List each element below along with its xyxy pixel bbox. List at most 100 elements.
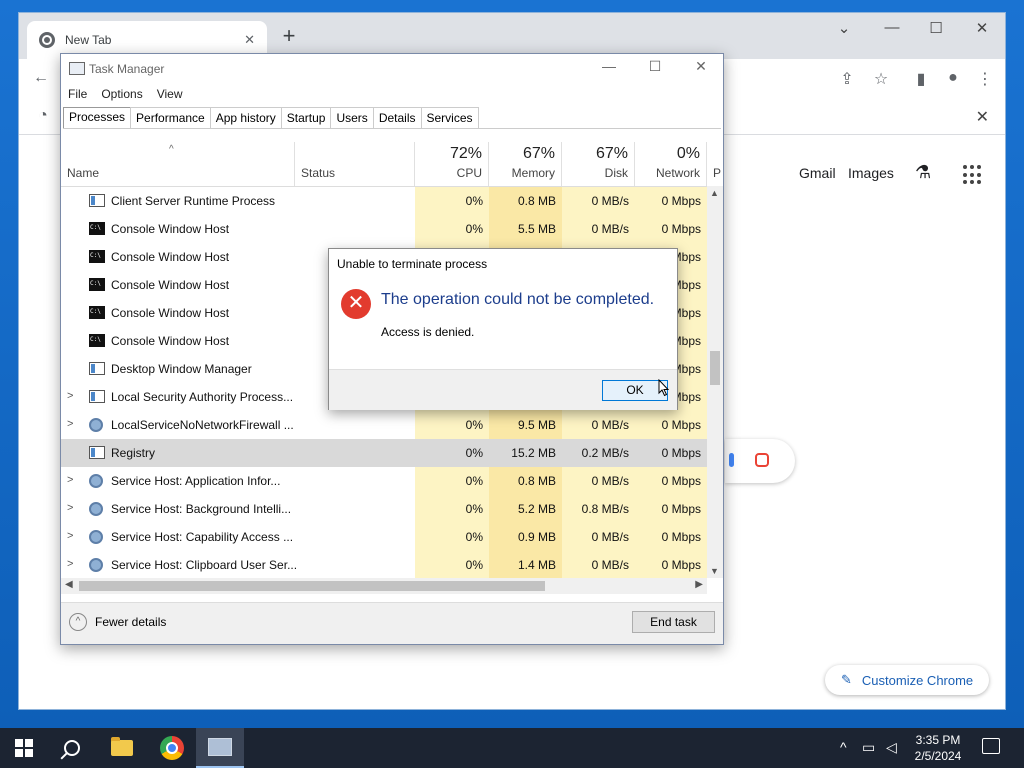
task-manager-taskbar-button[interactable] xyxy=(196,728,244,768)
voice-search-icon[interactable] xyxy=(729,453,734,467)
table-row[interactable]: > Service Host: Background Intelli... 0% 5.… xyxy=(61,495,707,523)
memory-value: 15.2 MB xyxy=(489,439,562,467)
expand-chevron-icon[interactable]: > xyxy=(67,418,73,430)
disk-total-pct: 67% xyxy=(595,145,628,162)
scroll-down-icon[interactable]: ▼ xyxy=(710,566,719,576)
start-button[interactable] xyxy=(0,728,48,768)
new-tab-button[interactable]: + xyxy=(277,25,301,49)
expand-chevron-icon[interactable]: > xyxy=(67,502,73,514)
minimize-icon[interactable]: — xyxy=(877,19,907,36)
disk-value: 0 MB/s xyxy=(562,411,635,439)
sort-ascending-icon: ^ xyxy=(169,144,174,155)
expand-chevron-icon[interactable]: > xyxy=(67,474,73,486)
search-button[interactable] xyxy=(48,728,96,768)
tm-close-icon[interactable]: ✕ xyxy=(681,58,721,75)
task-manager-titlebar[interactable]: Task Manager — ☐ ✕ xyxy=(61,54,723,84)
vertical-scrollbar[interactable]: ▲ ▼ xyxy=(707,186,723,578)
lens-search-icon[interactable] xyxy=(755,453,769,467)
column-header-name[interactable]: ^ Name xyxy=(61,142,295,186)
table-row[interactable]: > Service Host: Clipboard User Ser... 0% 1.… xyxy=(61,551,707,578)
table-row[interactable]: Client Server Runtime Process 0% 0.8 MB 0 M… xyxy=(61,187,707,215)
file-explorer-button[interactable] xyxy=(98,728,146,768)
process-name: Service Host: Clipboard User Ser... xyxy=(111,558,298,572)
network-value: 0 Mbps xyxy=(635,187,707,215)
maximize-icon[interactable]: ☐ xyxy=(921,19,951,37)
scroll-right-icon[interactable]: ▶ xyxy=(695,579,703,590)
horizontal-scrollbar[interactable]: ◀ ▶ xyxy=(61,578,707,594)
expand-chevron-icon[interactable]: > xyxy=(67,558,73,570)
column-header-cpu[interactable]: 72% CPU xyxy=(415,142,489,186)
menu-kebab-icon[interactable]: ⋮ xyxy=(975,69,995,89)
tab-close-icon[interactable]: ✕ xyxy=(244,32,255,48)
console-icon xyxy=(89,250,105,263)
tab-app-history[interactable]: App history xyxy=(209,107,282,128)
column-header-status[interactable]: Status xyxy=(295,142,415,186)
vertical-scroll-thumb[interactable] xyxy=(710,351,720,385)
search-box[interactable] xyxy=(725,439,795,483)
tab-processes[interactable]: Processes xyxy=(63,107,132,128)
customize-chrome-button[interactable]: ✎ Customize Chrome xyxy=(825,665,989,695)
tab-search-icon[interactable]: ⌄ xyxy=(829,19,859,37)
chrome-taskbar-button[interactable] xyxy=(148,728,196,768)
menu-options[interactable]: Options xyxy=(94,84,149,104)
disk-value: 0 MB/s xyxy=(562,187,635,215)
taskbar-clock[interactable]: 3:35 PM 2/5/2024 xyxy=(902,732,974,764)
column-header-power[interactable]: P xyxy=(707,142,723,186)
column-header-memory[interactable]: 67% Memory xyxy=(489,142,562,186)
apps-grid-icon[interactable] xyxy=(963,165,983,185)
console-icon xyxy=(89,334,105,347)
cpu-total-pct: 72% xyxy=(449,145,482,162)
bookmark-bar-close-icon[interactable]: ✕ xyxy=(976,107,989,127)
table-row[interactable]: > LocalServiceNoNetworkFirewall ... 0% 9.5 … xyxy=(61,411,707,439)
menu-view[interactable]: View xyxy=(150,84,190,104)
side-panel-icon[interactable]: ▮ xyxy=(911,69,931,89)
bookmark-star-icon[interactable]: ☆ xyxy=(871,69,891,89)
scroll-up-icon[interactable]: ▲ xyxy=(710,188,719,198)
images-link[interactable]: Images xyxy=(848,165,894,181)
column-header-disk[interactable]: 67% Disk xyxy=(562,142,635,186)
back-icon[interactable]: ← xyxy=(31,69,51,87)
notifications-icon[interactable] xyxy=(982,738,1000,754)
disk-value: 0 MB/s xyxy=(562,551,635,578)
column-header-network[interactable]: 0% Network xyxy=(635,142,707,186)
scroll-left-icon[interactable]: ◀ xyxy=(65,579,73,590)
table-row[interactable]: Console Window Host 0%5.5 MB0 MB/s0 Mbps xyxy=(61,215,707,243)
tab-services[interactable]: Services xyxy=(420,107,479,128)
profile-icon[interactable]: ● xyxy=(943,69,963,87)
cpu-value: 0% xyxy=(415,187,489,215)
table-row[interactable]: > Service Host: Application Infor... 0% 0.8… xyxy=(61,467,707,495)
memory-value: 5.2 MB xyxy=(489,495,562,523)
expand-chevron-icon[interactable]: > xyxy=(67,390,73,402)
tab-details[interactable]: Details xyxy=(372,107,422,128)
network-value: 0 Mbps xyxy=(635,215,707,243)
show-hidden-icons-chevron-icon[interactable]: ^ xyxy=(840,739,847,755)
share-icon[interactable]: ⇪ xyxy=(837,69,857,89)
console-icon xyxy=(89,222,105,235)
tab-users[interactable]: Users xyxy=(330,107,374,128)
volume-muted-icon[interactable]: ◁ xyxy=(886,739,897,756)
process-name: LocalServiceNoNetworkFirewall ... xyxy=(111,418,294,432)
google-icon: ◔ xyxy=(38,107,48,124)
task-manager-title: Task Manager xyxy=(89,62,165,76)
dialog-title: Unable to terminate process xyxy=(337,257,488,271)
tab-startup[interactable]: Startup xyxy=(280,107,332,128)
column-name-label: Name xyxy=(67,166,100,180)
tm-minimize-icon[interactable]: — xyxy=(589,58,629,74)
labs-flask-icon[interactable]: ⚗ xyxy=(915,162,931,183)
tm-maximize-icon[interactable]: ☐ xyxy=(635,58,675,75)
gmail-link[interactable]: Gmail xyxy=(799,165,836,181)
close-icon[interactable]: ✕ xyxy=(967,19,997,37)
process-name: Client Server Runtime Process xyxy=(111,194,276,208)
table-row[interactable]: > Service Host: Capability Access ... 0% 0.… xyxy=(61,523,707,551)
horizontal-scroll-thumb[interactable] xyxy=(79,581,545,591)
expand-chevron-icon[interactable]: > xyxy=(67,530,73,542)
fewer-details-button[interactable]: ^ Fewer details xyxy=(69,613,166,631)
end-task-button[interactable]: End task xyxy=(632,611,715,633)
menu-file[interactable]: File xyxy=(61,84,94,104)
service-gear-icon xyxy=(89,530,103,544)
table-row[interactable]: Registry 0% 15.2 MB 0.2 MB/s 0 Mbps xyxy=(61,439,707,467)
memory-value: 9.5 MB xyxy=(489,411,562,439)
cpu-value: 0% xyxy=(415,467,489,495)
network-icon[interactable]: ▭ xyxy=(862,739,875,756)
tab-performance[interactable]: Performance xyxy=(130,107,211,128)
